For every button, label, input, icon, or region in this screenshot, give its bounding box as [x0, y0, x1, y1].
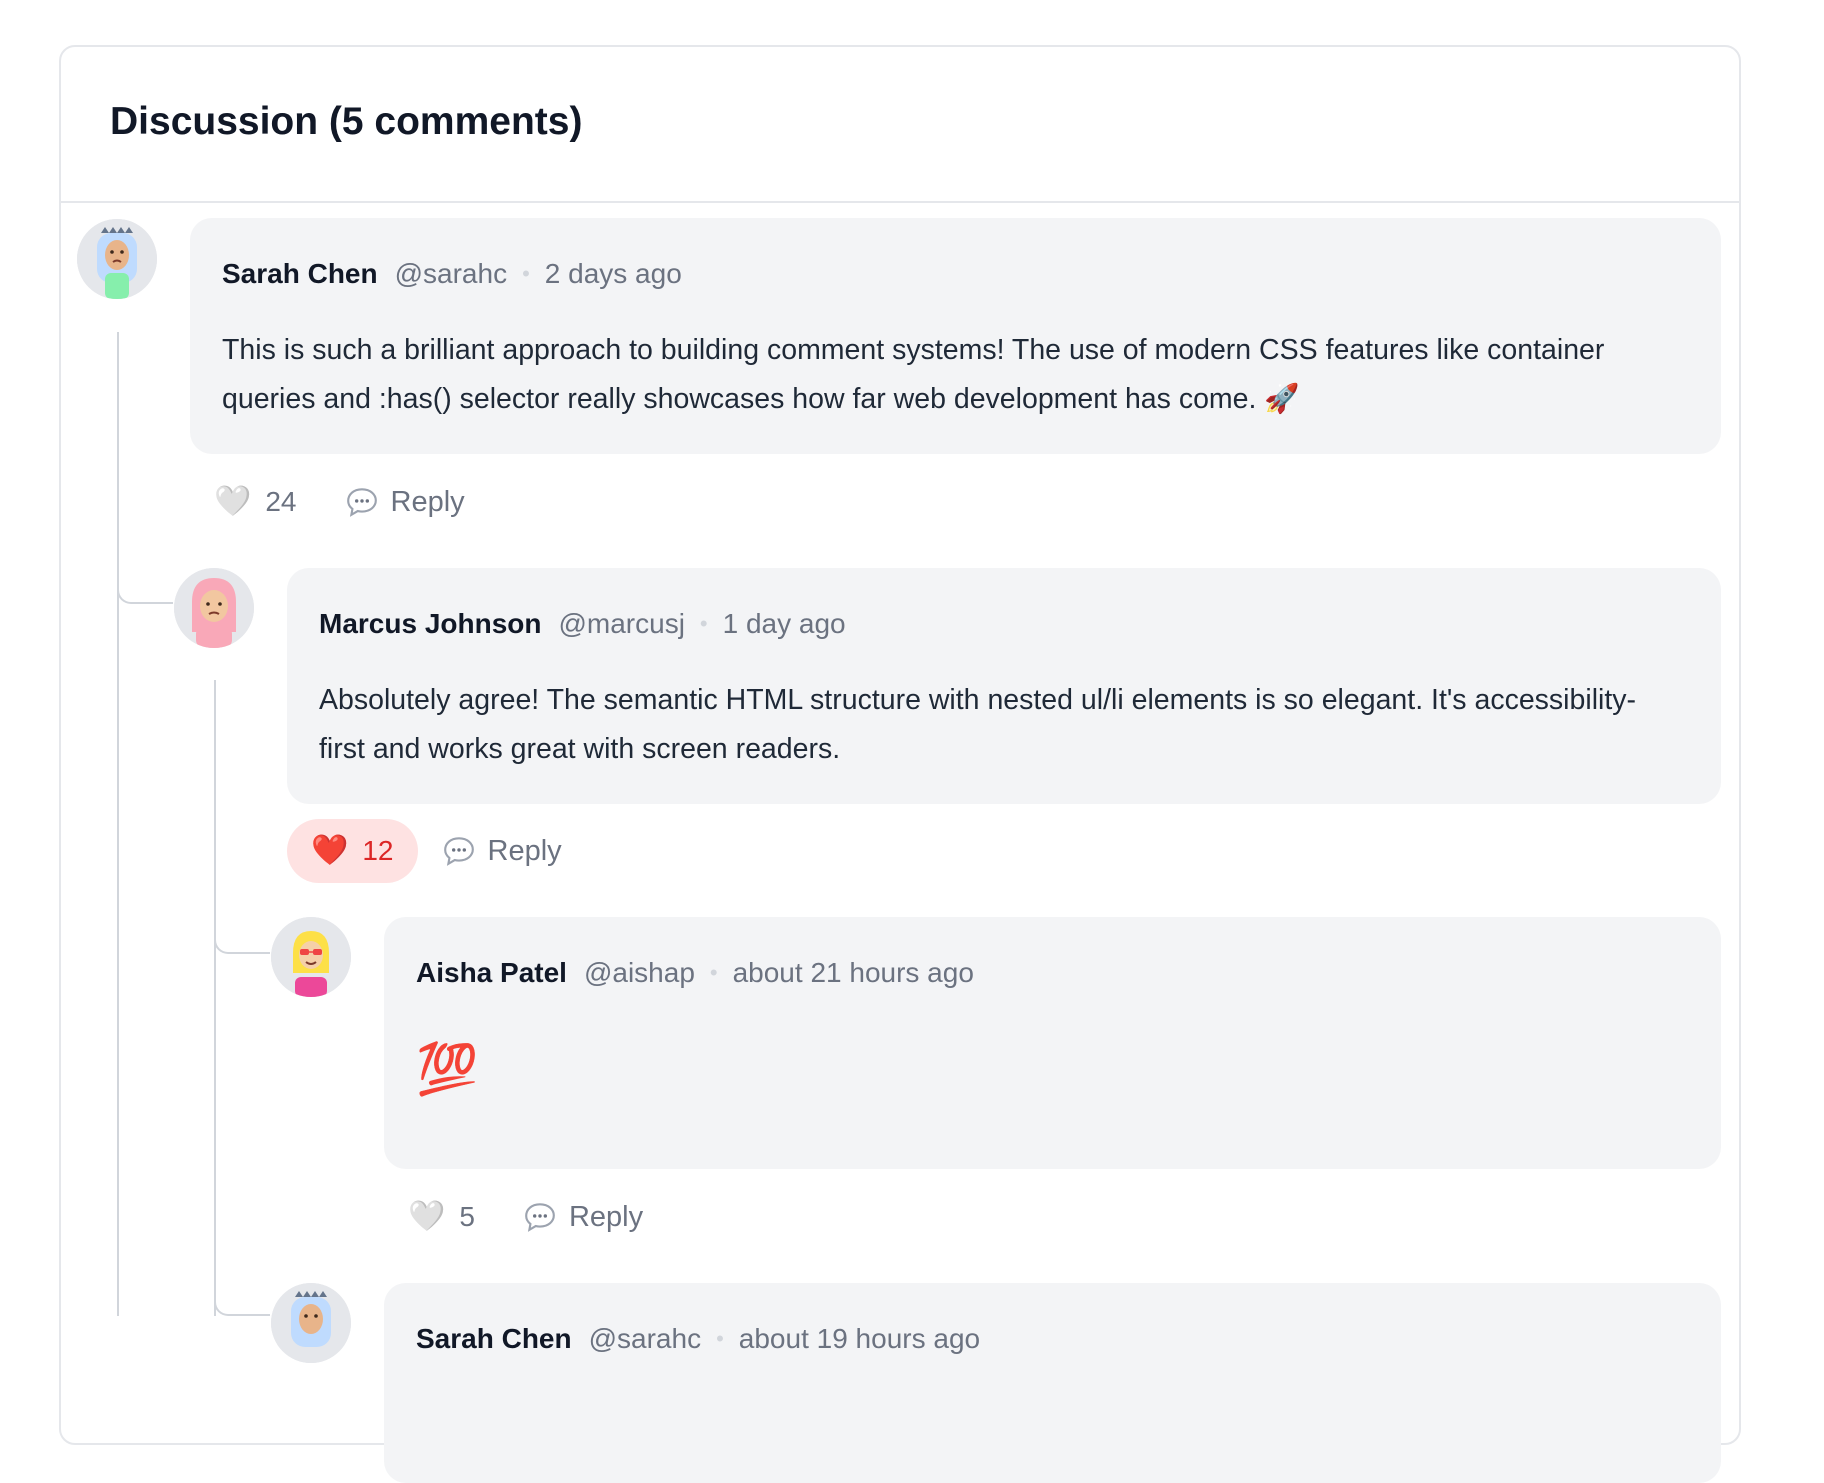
reply-label: Reply — [568, 1200, 644, 1233]
thread-line-level-1 — [117, 332, 119, 1316]
author-handle[interactable]: @sarahc — [589, 1323, 701, 1355]
comment-bubble: Sarah Chen @sarahc • 2 days ago This is … — [190, 218, 1721, 454]
thread-connector — [214, 1272, 270, 1316]
reply-label: Reply — [487, 834, 562, 867]
comment-timestamp: 1 day ago — [722, 608, 846, 639]
avatar[interactable] — [77, 219, 157, 299]
like-button[interactable]: 🤍 5 — [384, 1185, 499, 1249]
avatar[interactable] — [271, 1283, 351, 1363]
comment-body: 💯 — [416, 1041, 479, 1097]
heart-icon: 🤍 — [408, 1200, 446, 1233]
reply-label: Reply — [390, 485, 465, 518]
like-count: 24 — [265, 486, 297, 517]
avatar-sarah-icon — [271, 1283, 351, 1363]
thread-connector — [214, 910, 270, 954]
author-name[interactable]: Sarah Chen — [222, 258, 378, 290]
comment-actions: 🤍 24 Reply — [190, 470, 489, 534]
comment-meta: Sarah Chen @sarahc • about 19 hours ago — [416, 1323, 980, 1355]
comment-timestamp: 2 days ago — [544, 258, 682, 289]
author-handle[interactable]: @aishap — [584, 957, 695, 989]
reply-button[interactable]: Reply — [321, 470, 489, 534]
speech-bubble-icon — [346, 488, 377, 517]
speech-bubble-icon — [525, 1203, 555, 1232]
author-handle[interactable]: @sarahc — [395, 258, 507, 290]
like-count: 12 — [362, 835, 394, 866]
reply-button[interactable]: Reply — [418, 819, 586, 883]
like-button[interactable]: ❤️ 12 — [287, 819, 418, 883]
like-count: 5 — [459, 1201, 475, 1232]
meta-separator: • — [716, 1326, 724, 1351]
author-name[interactable]: Aisha Patel — [416, 957, 567, 989]
avatar[interactable] — [271, 917, 351, 997]
thread-line-level-2 — [214, 680, 216, 1316]
discussion-title: Discussion (5 comments) — [110, 100, 583, 143]
author-handle[interactable]: @marcusj — [558, 608, 684, 640]
comment-actions: 🤍 5 Reply — [384, 1185, 667, 1249]
heart-icon: 🤍 — [214, 485, 252, 518]
avatar-aisha-icon — [271, 917, 351, 997]
avatar[interactable] — [174, 568, 254, 648]
heart-icon: ❤️ — [311, 834, 349, 867]
comment-timestamp: about 21 hours ago — [732, 957, 974, 988]
meta-separator: • — [522, 261, 530, 286]
comment-body: Absolutely agree! The semantic HTML stru… — [319, 684, 1637, 765]
comment-bubble: Sarah Chen @sarahc • about 19 hours ago — [384, 1283, 1721, 1483]
thread-connector — [117, 560, 173, 604]
meta-separator: • — [699, 611, 708, 636]
comment-meta: Sarah Chen @sarahc • 2 days ago — [222, 258, 682, 290]
meta-separator: • — [709, 960, 718, 985]
comment-meta: Aisha Patel @aishap • about 21 hours ago — [416, 957, 974, 989]
reply-button[interactable]: Reply — [499, 1185, 667, 1249]
comment-actions: ❤️ 12 Reply — [287, 819, 586, 883]
author-name[interactable]: Marcus Johnson — [319, 608, 541, 640]
speech-bubble-icon — [443, 837, 474, 866]
comment-meta: Marcus Johnson @marcusj • 1 day ago — [319, 608, 846, 640]
comment-body: This is such a brilliant approach to bui… — [222, 334, 1605, 415]
comment-bubble: Marcus Johnson @marcusj • 1 day ago Abso… — [287, 568, 1721, 804]
author-name[interactable]: Sarah Chen — [416, 1323, 572, 1355]
comment-timestamp: about 19 hours ago — [738, 1323, 981, 1354]
like-button[interactable]: 🤍 24 — [190, 470, 321, 534]
comment-bubble: Aisha Patel @aishap • about 21 hours ago… — [384, 917, 1721, 1169]
discussion-header: Discussion (5 comments) — [61, 47, 1739, 203]
avatar-sarah-icon — [77, 219, 157, 299]
avatar-marcus-icon — [174, 568, 254, 648]
